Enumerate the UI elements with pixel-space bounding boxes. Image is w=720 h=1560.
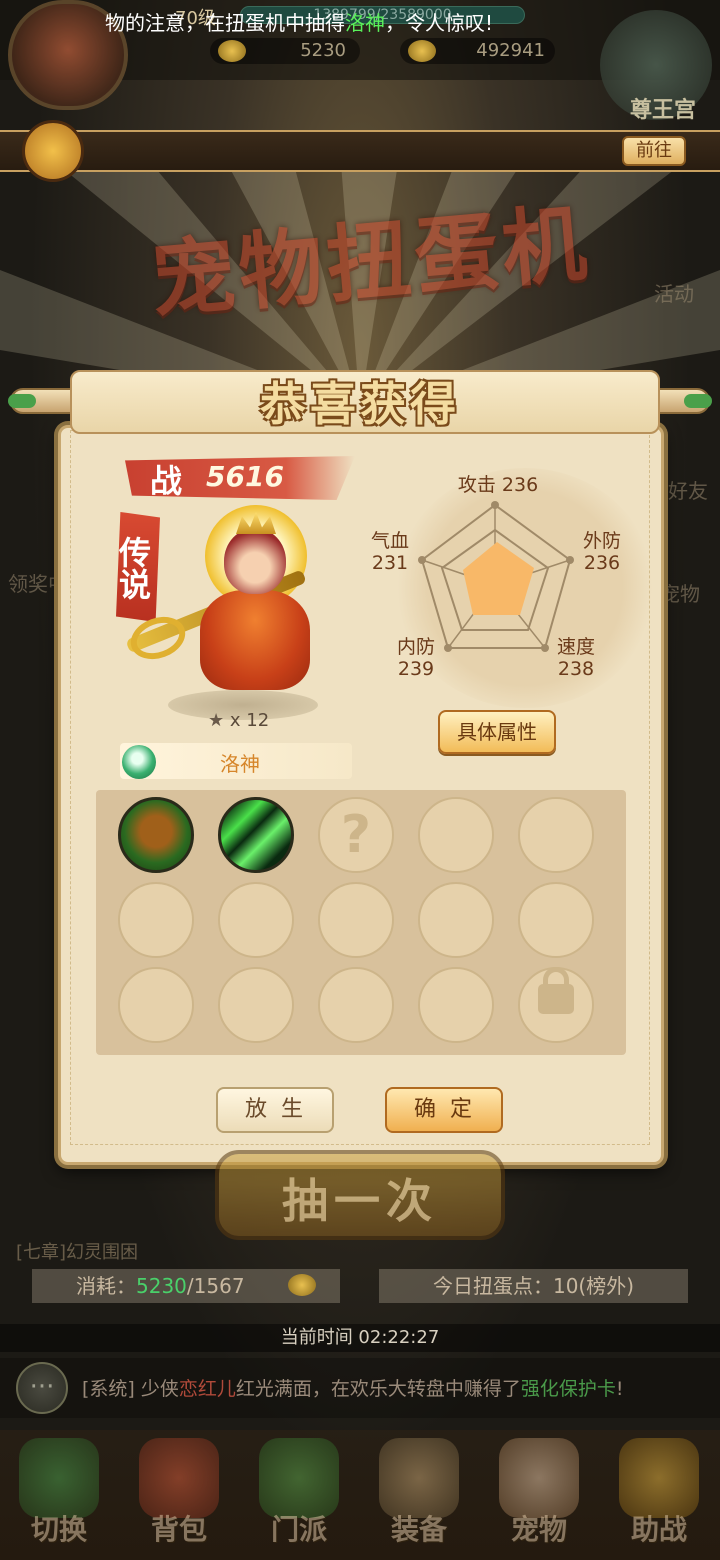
stat-radar-chart: [418, 501, 574, 652]
scroll-rod-end-left: [8, 394, 36, 408]
broadcast-highlight: 洛神: [345, 11, 385, 35]
dialog-title: 恭喜获得: [260, 377, 460, 431]
nav-switch[interactable]: 切换: [4, 1438, 114, 1558]
skill-slot-empty[interactable]: [118, 882, 194, 958]
side-activity[interactable]: 活动: [654, 278, 694, 307]
stat-attack: 攻击 236: [448, 474, 548, 496]
pet-cat-icon: [499, 1438, 579, 1518]
stat-inner-def-label: 内防: [396, 636, 435, 658]
nav-sect[interactable]: 门派: [244, 1438, 354, 1558]
cost-display: 消耗：5230/1567: [32, 1269, 340, 1303]
radar-value-area: [463, 542, 534, 615]
cost-label: 消耗：: [76, 1274, 136, 1298]
nav-equipment-label: 装备: [390, 1513, 447, 1546]
side-pet[interactable]: 宠物: [660, 578, 700, 607]
detail-attributes-button[interactable]: 具体属性: [438, 710, 556, 754]
pet-body: [200, 590, 310, 690]
gold-value: 5230: [300, 40, 346, 61]
chat-mid: 红光满面，在欢乐大转盘中赚得了: [235, 1378, 521, 1400]
sect-icon: [259, 1438, 339, 1518]
nav-bag-label: 背包: [150, 1513, 207, 1546]
coin-icon: [288, 1274, 316, 1296]
draw-once-label: 抽一次: [282, 1174, 438, 1228]
broadcast-text: 物的注意，在扭蛋机中抽得洛神，令人惊叹!: [105, 7, 625, 35]
stat-speed-value: 238: [557, 658, 595, 680]
nav-sect-label: 门派: [270, 1513, 327, 1546]
lock-icon: [538, 984, 574, 1014]
nav-equipment[interactable]: 装备: [364, 1438, 474, 1558]
stat-inner-def-value: 239: [397, 658, 435, 680]
palace-label: 尊王宫: [630, 98, 697, 123]
nav-switch-label: 切换: [30, 1513, 87, 1546]
skill-slot-empty[interactable]: [218, 967, 294, 1043]
stat-attack-value: 236: [501, 474, 539, 496]
stat-attack-label: 攻击: [457, 474, 496, 496]
chat-prefix: [系统] 少侠: [82, 1378, 179, 1400]
power-label: 战: [150, 462, 183, 500]
pet-name: 洛神: [220, 752, 260, 776]
chat-player-name: 恋红儿: [178, 1378, 236, 1400]
chapter-label: [七章]幻灵围困: [16, 1242, 139, 1263]
broadcast-suffix: ，令人惊叹!: [385, 11, 494, 35]
cost-value: 5230: [136, 1274, 187, 1298]
element-orb-icon: [122, 745, 156, 779]
rarity-text: 传说: [114, 536, 152, 600]
chat-end: !: [615, 1378, 624, 1400]
chat-item: 强化保护卡: [520, 1378, 616, 1400]
nav-pet[interactable]: 宠物: [484, 1438, 594, 1558]
coin-icon: [218, 40, 246, 62]
assist-icon: [619, 1438, 699, 1518]
skill-slot-empty[interactable]: [518, 797, 594, 873]
pet-head: [224, 528, 286, 594]
gold-counter[interactable]: 5230: [210, 38, 360, 64]
system-chat-text: [系统] 少侠恋红儿红光满面，在欢乐大转盘中赚得了强化保护卡!: [82, 1374, 712, 1402]
gacha-points: 今日扭蛋点：10(榜外): [379, 1269, 688, 1303]
nav-assist[interactable]: 助战: [604, 1438, 714, 1558]
ingot-value: 492941: [476, 40, 545, 61]
release-button[interactable]: 放生: [216, 1087, 334, 1133]
scroll-rod-end-right: [684, 394, 712, 408]
bag-icon: [139, 1438, 219, 1518]
ingot-icon: [408, 40, 436, 62]
stat-speed: 速度 238: [548, 636, 604, 680]
horn-icon: [22, 120, 84, 182]
stat-hp-label: 气血: [370, 530, 409, 552]
stat-speed-label: 速度: [556, 636, 595, 658]
star-value: x 12: [229, 710, 270, 731]
skill-slot-2[interactable]: [218, 797, 294, 873]
ingot-counter[interactable]: 492941: [400, 38, 555, 64]
skill-slot-empty[interactable]: [318, 967, 394, 1043]
nav-bag[interactable]: 背包: [124, 1438, 234, 1558]
stat-hp-value: 231: [371, 552, 409, 574]
skill-slot-1[interactable]: [118, 797, 194, 873]
star-icon: ★: [208, 710, 225, 731]
cost-total: /1567: [186, 1274, 245, 1298]
chat-bubble-icon[interactable]: ···: [16, 1362, 68, 1414]
stat-outer-def: 外防 236: [574, 530, 630, 574]
nav-assist-label: 助战: [630, 1513, 687, 1546]
sword-icon: [379, 1438, 459, 1518]
skill-slot-empty[interactable]: [418, 967, 494, 1043]
skill-slot-empty[interactable]: [518, 882, 594, 958]
nav-pet-label: 宠物: [510, 1513, 567, 1546]
current-time: 当前时间 02:22:27: [0, 1324, 720, 1352]
goto-button[interactable]: 前往: [622, 136, 686, 166]
skill-slot-empty[interactable]: [418, 882, 494, 958]
stat-outer-def-value: 236: [583, 552, 621, 574]
skill-slot-unknown[interactable]: ?: [318, 797, 394, 873]
confirm-button[interactable]: 确定: [385, 1087, 503, 1133]
side-friend[interactable]: 好友: [668, 475, 708, 504]
skill-slot-empty[interactable]: [118, 967, 194, 1043]
switch-icon: [19, 1438, 99, 1518]
stat-hp: 气血 231: [362, 530, 418, 574]
skill-slot-empty[interactable]: [318, 882, 394, 958]
star-count: ★ x 12: [208, 710, 288, 734]
broadcast-prefix: 物的注意，在扭蛋机中抽得: [105, 11, 345, 35]
skill-slot-empty[interactable]: [218, 882, 294, 958]
power-value: 5616: [206, 460, 284, 493]
stat-inner-def: 内防 239: [388, 636, 444, 680]
stat-outer-def-label: 外防: [582, 530, 621, 552]
skill-slot-empty[interactable]: [418, 797, 494, 873]
broadcast-bar: [0, 130, 720, 172]
